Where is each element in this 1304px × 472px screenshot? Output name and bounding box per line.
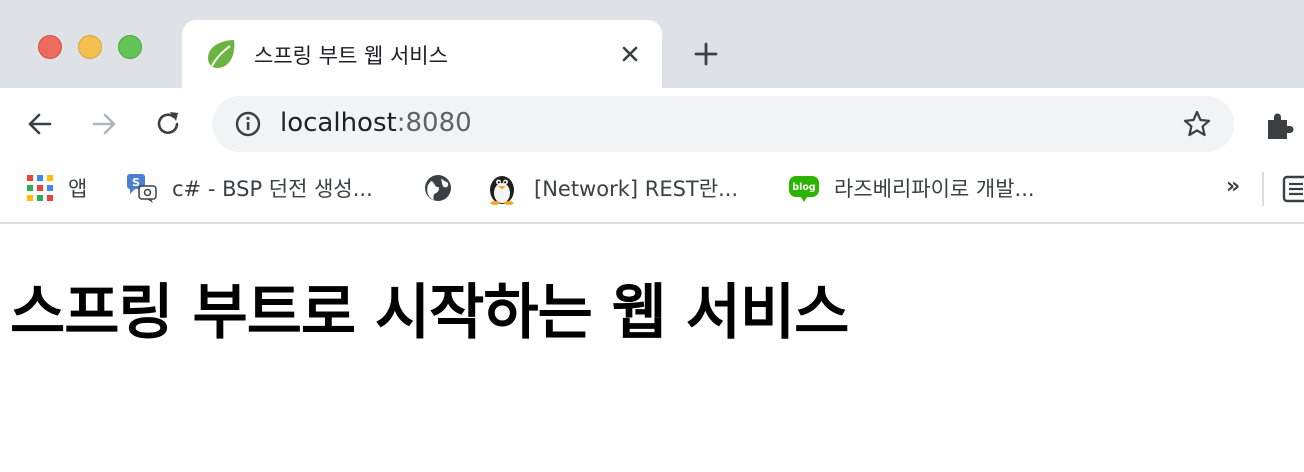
address-bar[interactable]: localhost:8080: [212, 96, 1234, 152]
url-text[interactable]: localhost:8080: [280, 108, 472, 138]
bookmark-label: c# - BSP 던전 생성...: [172, 177, 373, 201]
bookmark-label: [Network] REST란...: [534, 177, 739, 201]
page-content: 스프링 부트로 시작하는 웹 서비스: [0, 226, 1304, 472]
new-tab-button[interactable]: [692, 40, 720, 68]
info-icon[interactable]: [234, 110, 262, 138]
bookmark-label: 앱: [68, 177, 88, 201]
window-close-button[interactable]: [38, 35, 62, 59]
bookmark-globe[interactable]: [422, 172, 468, 204]
active-tab[interactable]: 스프링 부트 웹 서비스: [182, 20, 662, 88]
back-arrow-icon[interactable]: [24, 108, 56, 140]
penguin-icon: [490, 176, 514, 205]
bookmark-raspberrypi-blog[interactable]: blog 라즈베리파이로 개발...: [788, 172, 1035, 204]
window-maximize-button[interactable]: [118, 35, 142, 59]
bookmark-label: 라즈베리파이로 개발...: [834, 177, 1035, 201]
close-icon[interactable]: [618, 42, 642, 66]
reading-list-icon[interactable]: [1282, 174, 1304, 204]
globe-icon: [425, 175, 451, 201]
forward-arrow-icon[interactable]: [88, 108, 120, 140]
bookmark-apps[interactable]: 앱: [26, 172, 87, 204]
window-minimize-button[interactable]: [78, 35, 102, 59]
url-host: localhost: [280, 108, 397, 138]
stackoverflow-icon: S: [127, 174, 157, 203]
bookmarks-divider: [1262, 172, 1264, 206]
browser-titlebar: 스프링 부트 웹 서비스: [0, 0, 1304, 88]
svg-text:blog: blog: [792, 182, 815, 193]
blog-icon: blog: [789, 176, 819, 202]
more-bookmarks-chevron-icon[interactable]: »: [1226, 174, 1240, 199]
apps-grid-icon: [27, 175, 53, 201]
browser-toolbar: localhost:8080: [0, 88, 1304, 160]
bookmark-network-rest[interactable]: [Network] REST란...: [484, 172, 739, 205]
page-heading: 스프링 부트로 시작하는 웹 서비스: [10, 278, 849, 348]
tab-title: 스프링 부트 웹 서비스: [254, 44, 448, 68]
extensions-puzzle-icon[interactable]: [1262, 108, 1296, 142]
bookmark-star-icon[interactable]: [1182, 109, 1212, 139]
reload-icon[interactable]: [152, 108, 184, 140]
spring-leaf-icon: [208, 40, 235, 68]
bookmark-stackoverflow[interactable]: S c# - BSP 던전 생성...: [126, 172, 373, 204]
bookmarks-bar: 앱 S c# - BSP 던전 생성... [Network] REST란...…: [0, 160, 1304, 224]
url-port: :8080: [396, 108, 472, 138]
